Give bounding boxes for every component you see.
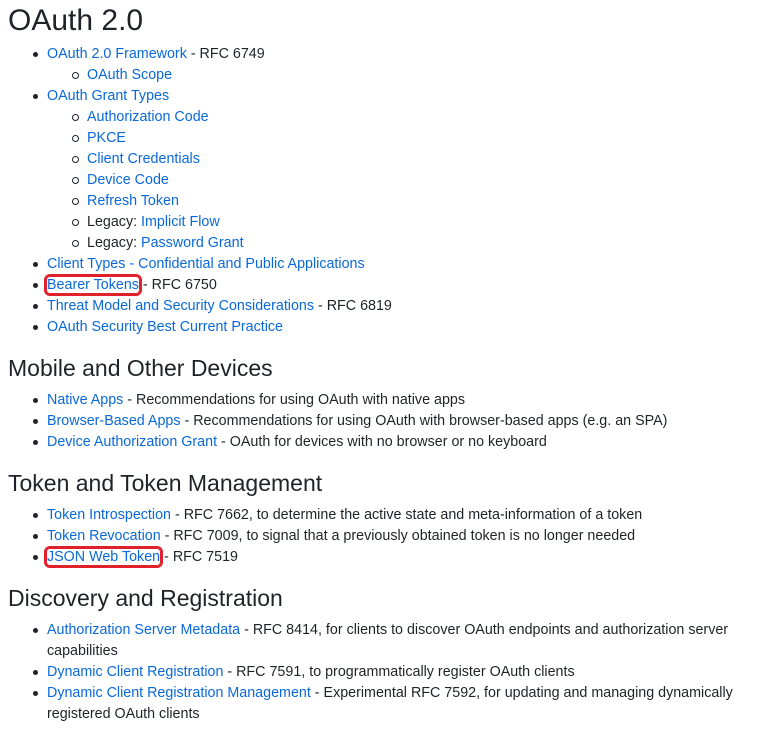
legacy-prefix: Legacy: xyxy=(87,214,142,230)
item-description: - RFC 7519 xyxy=(160,549,238,565)
item-description: - RFC 6749 xyxy=(186,46,265,62)
list-item: Client Credentials xyxy=(0,149,781,170)
link-device-authorization-grant[interactable]: Device Authorization Grant xyxy=(47,434,217,450)
discovery-list: Authorization Server Metadata - RFC 8414… xyxy=(0,620,781,725)
link-oauth-scope[interactable]: OAuth Scope xyxy=(87,67,172,83)
link-pkce[interactable]: PKCE xyxy=(87,130,126,146)
list-item: Device Code xyxy=(0,170,781,191)
link-authorization-code[interactable]: Authorization Code xyxy=(87,109,209,125)
list-item: JSON Web Token - RFC 7519 xyxy=(0,546,781,568)
list-item: Refresh Token xyxy=(0,191,781,212)
link-password-grant[interactable]: Password Grant xyxy=(141,235,244,251)
list-item: PKCE xyxy=(0,128,781,149)
item-description: - RFC 7009, to signal that a previously … xyxy=(160,528,636,544)
link-dynamic-client-registration[interactable]: Dynamic Client Registration xyxy=(47,664,223,680)
link-browser-based-apps[interactable]: Browser-Based Apps xyxy=(47,413,181,429)
mobile-list: Native Apps - Recommendations for using … xyxy=(0,390,781,453)
list-item: Device Authorization Grant - OAuth for d… xyxy=(0,432,781,453)
list-item: OAuth 2.0 Framework - RFC 6749 xyxy=(0,44,781,65)
link-client-credentials[interactable]: Client Credentials xyxy=(87,151,200,167)
list-item: Threat Model and Security Considerations… xyxy=(0,296,781,317)
link-threat-model[interactable]: Threat Model and Security Considerations xyxy=(47,298,314,314)
list-item: Dynamic Client Registration - RFC 7591, … xyxy=(0,662,781,683)
token-list: Token Introspection - RFC 7662, to deter… xyxy=(0,505,781,568)
list-item: OAuth Scope xyxy=(0,65,781,86)
list-item: Authorization Server Metadata - RFC 8414… xyxy=(0,620,781,662)
list-item: Legacy: Password Grant xyxy=(0,233,781,254)
list-item: Authorization Code xyxy=(0,107,781,128)
list-item: Legacy: Implicit Flow xyxy=(0,212,781,233)
list-item: Bearer Tokens - RFC 6750 xyxy=(0,274,781,296)
link-dynamic-client-registration-management[interactable]: Dynamic Client Registration Management xyxy=(47,685,311,701)
link-device-code[interactable]: Device Code xyxy=(87,172,169,188)
link-oauth-framework[interactable]: OAuth 2.0 Framework xyxy=(47,46,187,62)
list-item: OAuth Security Best Current Practice xyxy=(0,317,781,338)
oauth-list: OAuth 2.0 Framework - RFC 6749 OAuth Sco… xyxy=(0,44,781,338)
link-grant-types[interactable]: OAuth Grant Types xyxy=(47,88,169,104)
list-item: Browser-Based Apps - Recommendations for… xyxy=(0,411,781,432)
link-implicit-flow[interactable]: Implicit Flow xyxy=(141,214,220,230)
link-json-web-token[interactable]: JSON Web Token xyxy=(43,546,164,568)
list-item: Native Apps - Recommendations for using … xyxy=(0,390,781,411)
heading-discovery: Discovery and Registration xyxy=(8,585,283,611)
link-security-bcp[interactable]: OAuth Security Best Current Practice xyxy=(47,319,283,335)
page-title: OAuth 2.0 xyxy=(8,4,144,37)
legacy-prefix: Legacy: xyxy=(87,235,142,251)
heading-mobile: Mobile and Other Devices xyxy=(8,355,273,381)
link-client-types[interactable]: Client Types - Confidential and Public A… xyxy=(47,256,365,272)
list-item: OAuth Grant Types xyxy=(0,86,781,107)
heading-token: Token and Token Management xyxy=(8,470,323,496)
item-description: - RFC 7662, to determine the active stat… xyxy=(170,507,643,523)
link-bearer-tokens[interactable]: Bearer Tokens xyxy=(44,274,142,296)
list-item: Token Revocation - RFC 7009, to signal t… xyxy=(0,526,781,547)
list-item: Token Introspection - RFC 7662, to deter… xyxy=(0,505,781,526)
link-token-introspection[interactable]: Token Introspection xyxy=(47,507,171,523)
item-description: - Recommendations for using OAuth with n… xyxy=(123,392,466,408)
link-refresh-token[interactable]: Refresh Token xyxy=(87,193,179,209)
item-description: - OAuth for devices with no browser or n… xyxy=(217,434,547,450)
link-token-revocation[interactable]: Token Revocation xyxy=(47,528,161,544)
item-description: - RFC 6819 xyxy=(314,298,392,314)
item-description: - RFC 6750 xyxy=(138,277,217,293)
item-description: - Recommendations for using OAuth with b… xyxy=(180,413,668,429)
link-authorization-server-metadata[interactable]: Authorization Server Metadata xyxy=(47,622,240,638)
item-description: - RFC 7591, to programmatically register… xyxy=(223,664,575,680)
list-item: Client Types - Confidential and Public A… xyxy=(0,254,781,275)
link-native-apps[interactable]: Native Apps xyxy=(47,392,123,408)
list-item: Dynamic Client Registration Management -… xyxy=(0,683,781,725)
